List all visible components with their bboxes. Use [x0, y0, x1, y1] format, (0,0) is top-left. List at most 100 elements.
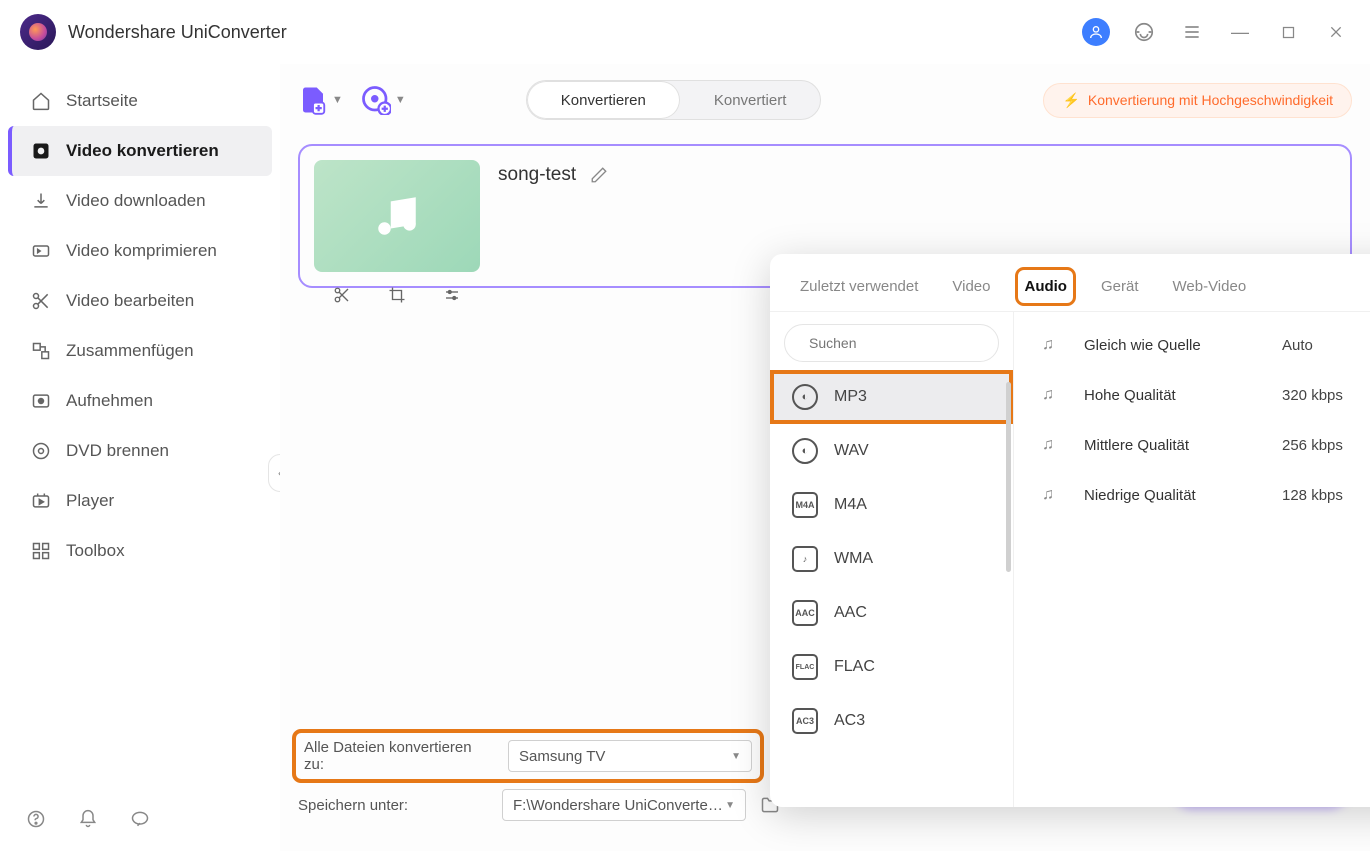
- convert-icon: [30, 140, 52, 162]
- dd-tab-device[interactable]: Gerät: [1099, 274, 1141, 299]
- account-avatar[interactable]: [1082, 18, 1110, 46]
- sidebar-item-label: Player: [66, 491, 114, 511]
- trim-icon[interactable]: [333, 286, 351, 304]
- tab-convert[interactable]: Konvertieren: [527, 81, 680, 119]
- file-icon: FLAC: [792, 654, 818, 680]
- sidebar-item-toolbox[interactable]: Toolbox: [8, 526, 272, 576]
- sidebar-item-label: Aufnehmen: [66, 391, 153, 411]
- format-ac3[interactable]: AC3 AC3: [770, 694, 1013, 748]
- quality-label: Niedrige Qualität: [1084, 487, 1264, 504]
- format-label: WMA: [834, 550, 873, 568]
- sidebar-item-edit[interactable]: Video bearbeiten: [8, 276, 272, 326]
- sidebar: Startseite Video konvertieren Video down…: [0, 64, 280, 851]
- sidebar-item-dvd[interactable]: DVD brennen: [8, 426, 272, 476]
- toolbar: ▼ ▼ Konvertieren Konvertiert ⚡ Konvertier…: [298, 64, 1352, 136]
- scrollbar[interactable]: [1006, 382, 1011, 572]
- file-thumbnail: [314, 160, 480, 272]
- content: ▼ ▼ Konvertieren Konvertiert ⚡ Konvertier…: [280, 64, 1370, 851]
- chevron-down-icon: ▼: [725, 800, 735, 811]
- format-mp3[interactable]: ◐ MP3: [770, 370, 1013, 424]
- dd-tab-video[interactable]: Video: [950, 274, 992, 299]
- music-icon: ♫: [1042, 436, 1066, 454]
- sidebar-item-record[interactable]: Aufnehmen: [8, 376, 272, 426]
- quality-low[interactable]: ♫Niedrige Qualität128 kbps: [1034, 470, 1370, 520]
- format-dropdown: Zuletzt verwendet Video Audio Gerät Web-…: [770, 254, 1370, 807]
- close-button[interactable]: [1322, 18, 1350, 46]
- speed-label: Konvertierung mit Hochgeschwindigkeit: [1088, 92, 1333, 108]
- format-label: FLAC: [834, 658, 875, 676]
- music-icon: ♫: [1042, 386, 1066, 404]
- search-input[interactable]: [809, 335, 990, 351]
- format-wav[interactable]: ◐WAV: [770, 424, 1013, 478]
- speed-badge[interactable]: ⚡ Konvertierung mit Hochgeschwindigkeit: [1043, 83, 1352, 118]
- menu-icon[interactable]: [1178, 18, 1206, 46]
- sidebar-item-label: Video downloaden: [66, 191, 206, 211]
- convert-all-block: Alle Dateien konvertieren zu: Samsung TV…: [298, 735, 758, 777]
- format-label: M4A: [834, 496, 867, 514]
- quality-medium[interactable]: ♫Mittlere Qualität256 kbps: [1034, 420, 1370, 470]
- format-wma[interactable]: ♪ WMA: [770, 532, 1013, 586]
- bell-icon[interactable]: [74, 805, 102, 833]
- sidebar-item-label: Video bearbeiten: [66, 291, 194, 311]
- file-icon: ♪: [792, 546, 818, 572]
- download-icon: [30, 190, 52, 212]
- format-label: AC3: [834, 712, 865, 730]
- crop-icon[interactable]: [388, 286, 406, 304]
- dd-tab-audio[interactable]: Audio: [1022, 274, 1069, 299]
- minimize-button[interactable]: —: [1226, 18, 1254, 46]
- format-list: ◐ MP3 ◐WAV M4AM4A ♪ WMA AACAAC FLAC FLAC AC…: [770, 312, 1014, 807]
- scissors-icon: [30, 290, 52, 312]
- rename-icon[interactable]: [590, 166, 608, 184]
- chevron-down-icon: ▼: [395, 94, 406, 106]
- sidebar-item-download[interactable]: Video downloaden: [8, 176, 272, 226]
- save-path-select[interactable]: F:\Wondershare UniConverter 1▼: [502, 789, 746, 821]
- sidebar-item-label: Zusammenfügen: [66, 341, 194, 361]
- quality-rate: 128 kbps: [1282, 487, 1370, 504]
- dd-tab-web[interactable]: Web-Video: [1171, 274, 1249, 299]
- disc-icon: ◐: [792, 384, 818, 410]
- sidebar-item-label: Video konvertieren: [66, 141, 219, 161]
- dd-tab-recent[interactable]: Zuletzt verwendet: [798, 274, 920, 299]
- app-title: Wondershare UniConverter: [68, 22, 1082, 43]
- sidebar-item-label: Toolbox: [66, 541, 125, 561]
- format-aac[interactable]: AACAAC: [770, 586, 1013, 640]
- compress-icon: [30, 240, 52, 262]
- sidebar-item-convert[interactable]: Video konvertieren: [8, 126, 272, 176]
- format-search[interactable]: [784, 324, 999, 362]
- bolt-icon: ⚡: [1062, 92, 1079, 109]
- effects-icon[interactable]: [443, 286, 461, 304]
- format-flac[interactable]: FLAC FLAC: [770, 640, 1013, 694]
- format-m4a[interactable]: M4AM4A: [770, 478, 1013, 532]
- file-icon: AAC: [792, 600, 818, 626]
- format-label: MP3: [834, 388, 867, 406]
- sidebar-item-compress[interactable]: Video komprimieren: [8, 226, 272, 276]
- quality-high[interactable]: ♫Hohe Qualität320 kbps: [1034, 370, 1370, 420]
- sidebar-item-merge[interactable]: Zusammenfügen: [8, 326, 272, 376]
- convert-all-value: Samsung TV: [519, 748, 605, 765]
- feedback-icon[interactable]: [126, 805, 154, 833]
- sidebar-item-label: Startseite: [66, 91, 138, 111]
- segment-control: Konvertieren Konvertiert: [526, 80, 822, 120]
- record-icon: [30, 390, 52, 412]
- add-file-button[interactable]: ▼: [298, 85, 343, 115]
- help-icon[interactable]: [22, 805, 50, 833]
- titlebar: Wondershare UniConverter —: [0, 0, 1370, 64]
- format-label: WAV: [834, 442, 869, 460]
- support-icon[interactable]: [1130, 18, 1158, 46]
- maximize-button[interactable]: [1274, 18, 1302, 46]
- save-label: Speichern unter:: [298, 797, 488, 814]
- tab-converted[interactable]: Konvertiert: [680, 81, 821, 119]
- player-icon: [30, 490, 52, 512]
- quality-same[interactable]: ♫Gleich wie QuelleAuto: [1034, 320, 1370, 370]
- file-icon: AC3: [792, 708, 818, 734]
- add-url-button[interactable]: ▼: [361, 85, 406, 115]
- merge-icon: [30, 340, 52, 362]
- save-path-value: F:\Wondershare UniConverter 1: [513, 797, 725, 814]
- file-name: song-test: [498, 164, 576, 186]
- sidebar-item-home[interactable]: Startseite: [8, 76, 272, 126]
- music-icon: ♫: [1042, 336, 1066, 354]
- grid-icon: [30, 540, 52, 562]
- main: Startseite Video konvertieren Video down…: [0, 64, 1370, 851]
- sidebar-item-player[interactable]: Player: [8, 476, 272, 526]
- convert-all-select[interactable]: Samsung TV▼: [508, 740, 752, 772]
